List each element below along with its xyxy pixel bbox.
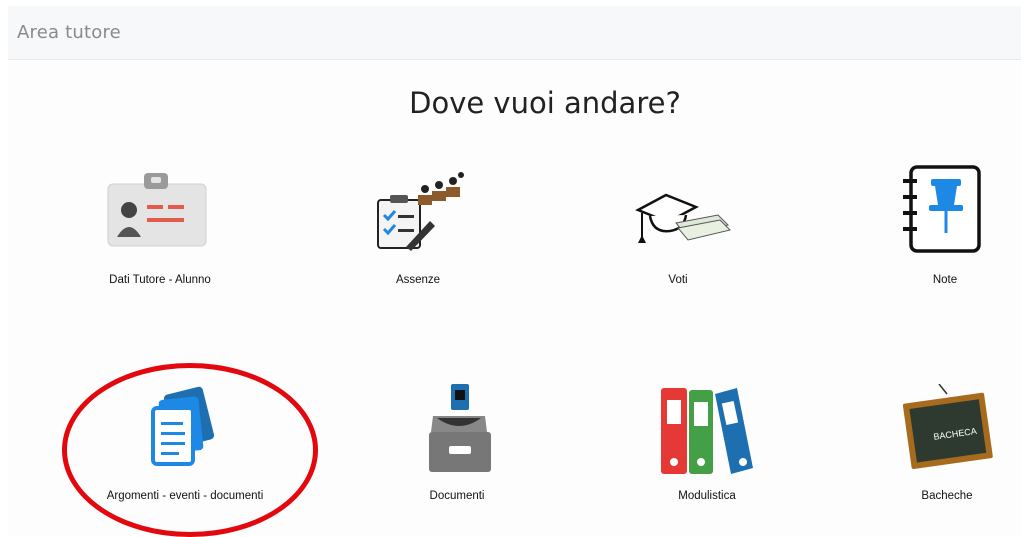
tile-dati-tutore-alunno[interactable]: Dati Tutore - Alunno: [40, 165, 280, 295]
tile-label: Dati Tutore - Alunno: [109, 274, 211, 286]
tile-label: Voti: [668, 274, 688, 286]
attendance-checklist-icon: [298, 165, 538, 255]
chalkboard-icon: BACHECA: [827, 383, 1021, 474]
tile-label: Assenze: [395, 274, 441, 286]
breadcrumb: Area tutore: [17, 22, 121, 43]
graduation-cap-icon: [558, 165, 798, 255]
tile-note[interactable]: Note: [825, 165, 1021, 295]
tile-documenti[interactable]: Documenti: [337, 384, 577, 509]
tile-voti[interactable]: Voti: [558, 165, 798, 295]
notebook-pin-icon: [825, 165, 1021, 255]
tile-bacheche[interactable]: BACHECA Bacheche: [827, 383, 1021, 509]
tile-label: Argomenti - eventi - documenti: [106, 490, 264, 502]
id-card-icon: [40, 165, 280, 255]
breadcrumb-bar: Area tutore: [8, 6, 1021, 60]
tile-label: Modulistica: [678, 490, 736, 502]
documents-stack-icon: [65, 384, 305, 474]
tile-label: Bacheche: [921, 490, 973, 502]
tile-label: Documenti: [429, 490, 485, 502]
binders-icon: [587, 384, 827, 474]
tile-modulistica[interactable]: Modulistica: [587, 384, 827, 509]
tile-label: Note: [932, 274, 958, 286]
page-title: Dove vuoi andare?: [409, 86, 681, 120]
tile-argomenti-eventi-documenti[interactable]: Argomenti - eventi - documenti: [65, 384, 305, 509]
archive-drawer-icon: [337, 384, 577, 474]
tile-assenze[interactable]: Assenze: [298, 165, 538, 295]
